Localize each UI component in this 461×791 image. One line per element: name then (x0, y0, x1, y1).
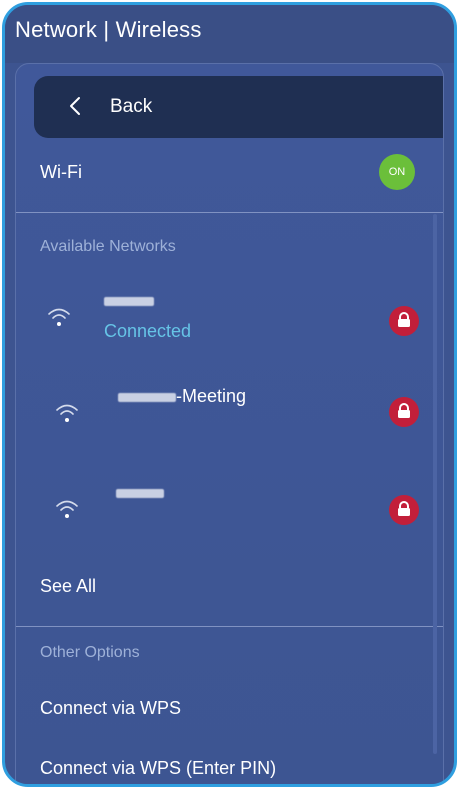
lock-icon (389, 495, 419, 525)
lock-icon (389, 397, 419, 427)
other-options-heading: Other Options (40, 644, 140, 661)
wifi-label: Wi-Fi (40, 162, 82, 182)
connect-wps-item[interactable]: Connect via WPS (40, 698, 181, 719)
redacted-text (116, 488, 164, 498)
settings-panel: Back Wi-Fi ON Available Networks Connect… (15, 63, 444, 784)
wifi-toggle[interactable]: ON (379, 154, 415, 190)
redacted-text (104, 296, 154, 306)
available-networks-heading: Available Networks (40, 238, 176, 255)
wifi-icon (54, 496, 80, 522)
chevron-left-icon (64, 94, 88, 118)
network-name (116, 482, 164, 503)
back-button[interactable]: Back (34, 76, 443, 138)
divider (16, 212, 443, 213)
connection-status: Connected (104, 321, 192, 341)
wifi-icon (46, 304, 72, 330)
network-name: -Meeting (118, 386, 246, 407)
device-frame: Network | Wireless Back Wi-Fi ON Availab… (2, 2, 457, 787)
divider (16, 626, 443, 627)
network-name (104, 290, 154, 311)
title-bar: Network | Wireless (5, 5, 454, 63)
lock-icon (389, 306, 419, 336)
connect-wps-pin-item[interactable]: Connect via WPS (Enter PIN) (40, 758, 276, 779)
see-all-link[interactable]: See All (40, 576, 96, 597)
scrollbar[interactable] (433, 214, 437, 754)
back-label: Back (110, 96, 153, 117)
wifi-icon (54, 400, 80, 426)
redacted-text (118, 392, 176, 402)
page-title: Network | Wireless (15, 17, 202, 42)
